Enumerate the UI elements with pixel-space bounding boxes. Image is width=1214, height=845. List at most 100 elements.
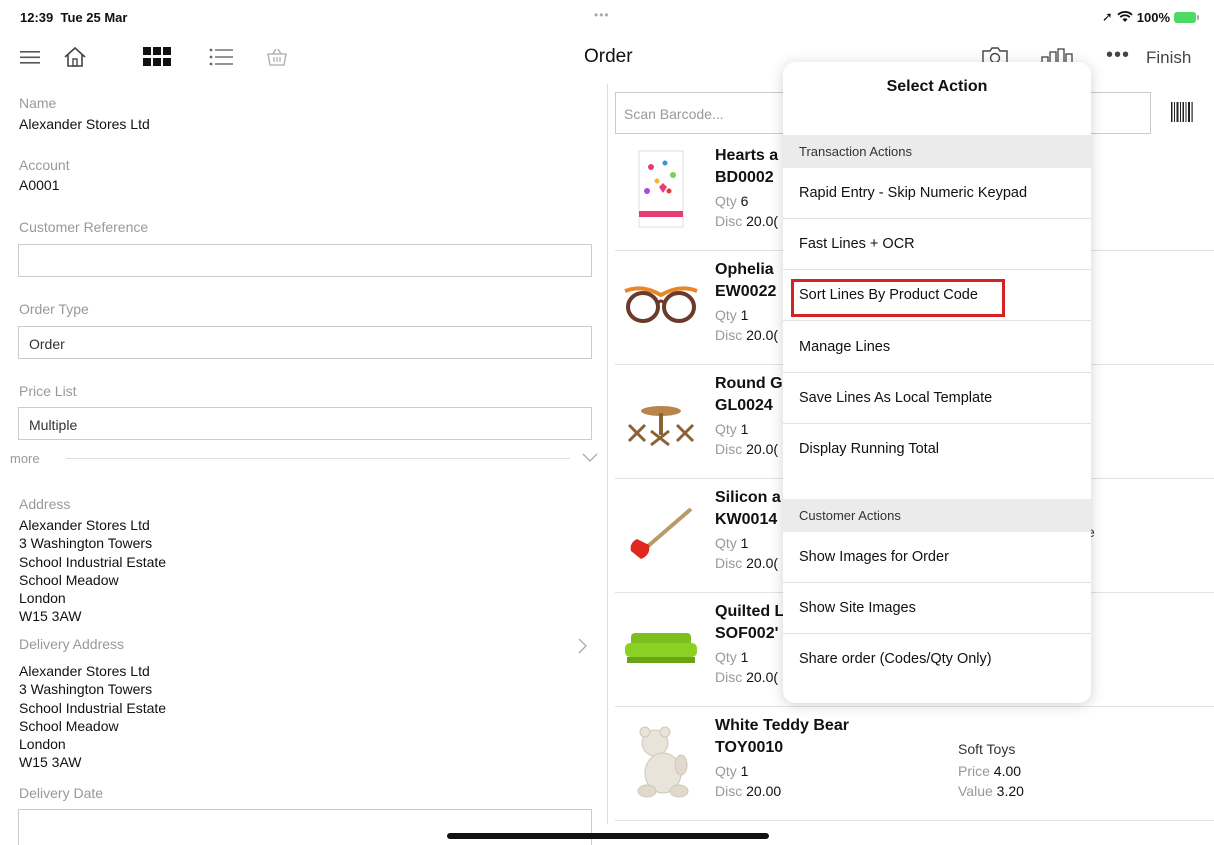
product-image-garden-table (627, 406, 695, 447)
select-action-popover: Select Action Transaction Actions Rapid … (783, 62, 1091, 703)
product-name: Ophelia (715, 261, 774, 278)
list-view-icon[interactable] (208, 44, 234, 70)
time-text: 12:39 (20, 10, 54, 25)
product-disc: Disc 20.00 (715, 783, 781, 799)
disc-label: Disc (715, 783, 743, 799)
customer-panel: Name Alexander Stores Ltd Account A0001 … (0, 84, 607, 845)
delivery-address-block: Alexander Stores Ltd 3 Washington Towers… (19, 662, 166, 772)
menu-icon[interactable] (18, 44, 42, 70)
action-manage-lines[interactable]: Manage Lines (783, 322, 1091, 373)
disc-value: 20.0( (746, 555, 779, 571)
location-icon: ➚ (1101, 9, 1113, 24)
multitasking-dots-icon[interactable]: ••• (594, 8, 610, 22)
panel-divider (607, 84, 608, 824)
product-code: GL0024 (715, 397, 773, 414)
qty-label: Qty (715, 649, 737, 665)
delivery-address-label: Delivery Address (19, 636, 125, 652)
product-image-glasses (624, 286, 698, 323)
disc-value: 20.0( (746, 213, 779, 229)
delivery-address-row[interactable]: Delivery Address (0, 634, 600, 658)
address-line: Alexander Stores Ltd (19, 517, 150, 533)
product-disc: Disc 20.0( (715, 213, 778, 229)
more-actions-button[interactable]: ••• (1106, 44, 1130, 67)
product-qty: Qty 1 (715, 649, 748, 665)
basket-icon[interactable] (266, 44, 288, 70)
product-qty: Qty 1 (715, 535, 748, 551)
qty-value: 6 (740, 193, 749, 209)
order-type-field[interactable]: Order (18, 326, 592, 359)
delivery-address-line: W15 3AW (19, 754, 82, 771)
barcode-icon[interactable] (1170, 98, 1194, 126)
qty-label: Qty (715, 535, 737, 551)
address-line: School Meadow (19, 571, 119, 588)
status-bar: 12:39 Tue 25 Mar ••• ➚ 100% (0, 0, 1214, 32)
delivery-address-line: Alexander Stores Ltd (19, 663, 150, 679)
account-value: A0001 (19, 177, 60, 193)
customer-reference-label: Customer Reference (19, 219, 149, 235)
value-value: 3.20 (996, 783, 1024, 799)
product-code: TOY0010 (715, 739, 784, 756)
product-image-teddy-bear (637, 726, 689, 798)
action-fast-lines-ocr[interactable]: Fast Lines + OCR (783, 219, 1091, 270)
product-disc: Disc 20.0( (715, 555, 778, 571)
delivery-date-label: Delivery Date (19, 785, 104, 801)
delivery-address-line: School Meadow (19, 717, 119, 734)
qty-value: 1 (740, 421, 749, 437)
finish-button[interactable]: Finish (1146, 48, 1191, 68)
action-share-order[interactable]: Share order (Codes/Qty Only) (783, 634, 1091, 685)
delivery-date-field[interactable] (18, 809, 592, 845)
product-price: Price 4.00 (958, 763, 1021, 779)
product-image-birthday-card (638, 150, 684, 228)
address-label: Address (19, 496, 71, 512)
home-icon[interactable] (62, 44, 88, 70)
price-list-field[interactable]: Multiple (18, 407, 592, 440)
delivery-address-line: School Industrial Estate (19, 699, 167, 716)
product-qty: Qty 1 (715, 763, 748, 779)
scan-placeholder: Scan Barcode... (624, 106, 724, 122)
disc-label: Disc (715, 555, 743, 571)
chevron-down-icon (582, 453, 598, 462)
qty-value: 1 (740, 649, 749, 665)
product-name: Hearts a (715, 147, 779, 164)
grid-view-icon[interactable] (142, 44, 172, 70)
popover-title: Select Action (886, 78, 988, 95)
order-line[interactable]: White Teddy Bear TOY0010 Qty 1 Disc 20.0… (615, 707, 1214, 821)
battery-percent: 100% (1136, 9, 1170, 25)
product-name: White Teddy Bear (715, 717, 849, 734)
battery-icon (1174, 11, 1199, 23)
action-save-lines-as-template[interactable]: Save Lines As Local Template (783, 373, 1091, 424)
status-right: ➚ 100% (1101, 9, 1199, 25)
more-toggle[interactable]: more (8, 450, 600, 466)
screen: 12:39 Tue 25 Mar ••• ➚ 100% Order ••• Fi… (0, 0, 1214, 845)
action-rapid-entry[interactable]: Rapid Entry - Skip Numeric Keypad (783, 168, 1091, 219)
qty-label: Qty (715, 193, 737, 209)
transaction-actions-header: Transaction Actions (783, 135, 1091, 168)
qty-label: Qty (715, 763, 737, 779)
product-value: Value 3.20 (958, 783, 1024, 799)
product-name: Silicon a (715, 489, 781, 506)
action-display-running-total[interactable]: Display Running Total (783, 424, 1091, 475)
product-image-spatula (630, 507, 693, 559)
action-show-images-for-order[interactable]: Show Images for Order (783, 532, 1091, 583)
delivery-address-line: London (19, 736, 66, 753)
qty-value: 1 (740, 307, 749, 323)
disc-label: Disc (715, 441, 743, 457)
action-show-site-images[interactable]: Show Site Images (783, 583, 1091, 634)
qty-label: Qty (715, 421, 737, 437)
price-list-label: Price List (19, 383, 77, 399)
chevron-right-icon (578, 638, 587, 654)
customer-reference-field[interactable] (18, 244, 592, 277)
account-label: Account (19, 157, 70, 173)
product-code: SOF002' (715, 625, 779, 642)
address-block: Alexander Stores Ltd 3 Washington Towers… (19, 516, 166, 626)
qty-value: 1 (740, 763, 749, 779)
product-name: Quilted L (715, 603, 785, 620)
home-indicator[interactable] (447, 833, 769, 839)
disc-value: 20.0( (746, 669, 779, 685)
highlight-box (791, 279, 1005, 317)
product-qty: Qty 1 (715, 307, 748, 323)
name-label: Name (19, 95, 57, 111)
more-label: more (10, 451, 40, 466)
qty-label: Qty (715, 307, 737, 323)
wifi-icon (1117, 11, 1133, 22)
